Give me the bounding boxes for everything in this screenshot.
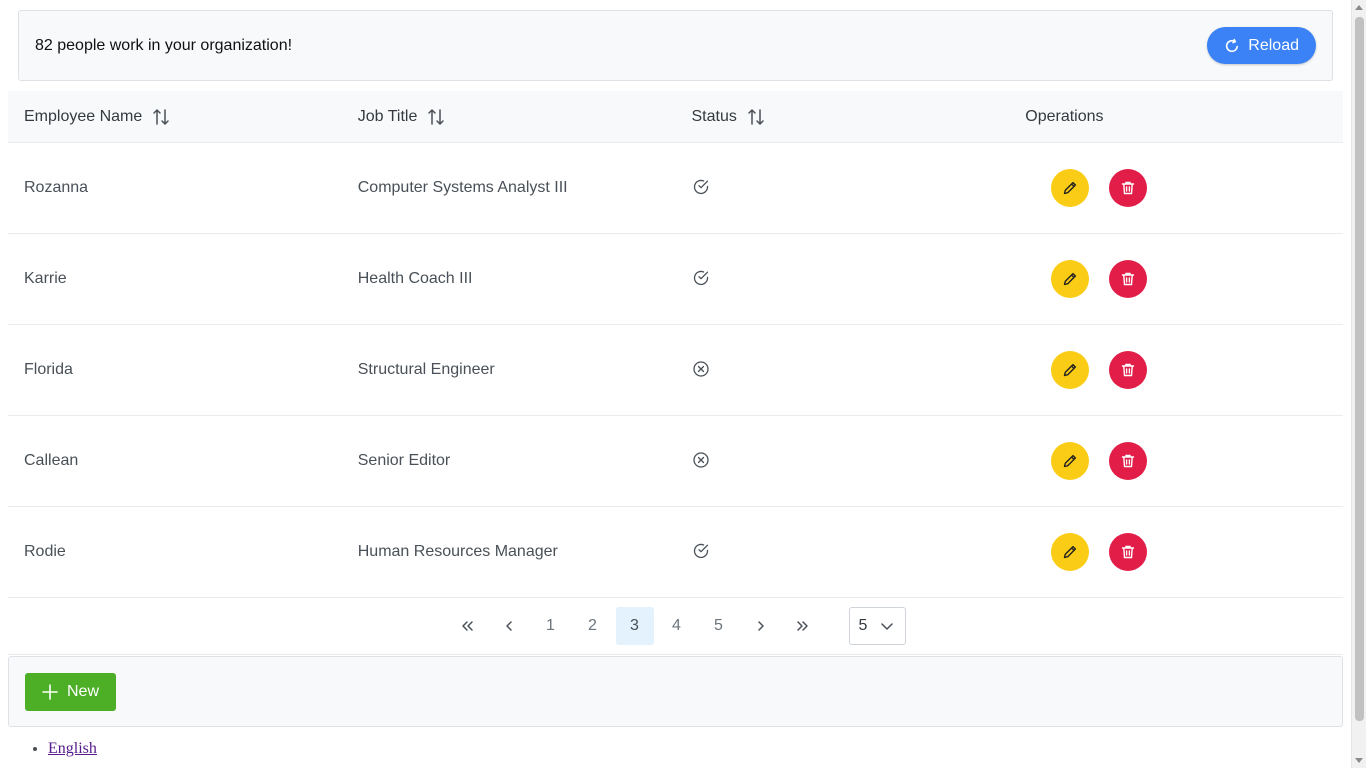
sort-icon[interactable] xyxy=(747,108,765,126)
reload-button[interactable]: Reload xyxy=(1207,27,1316,64)
edit-button[interactable] xyxy=(1051,351,1090,389)
column-header-employee-name[interactable]: Employee Name xyxy=(8,108,342,126)
x-circle-icon xyxy=(692,360,710,378)
sort-icon[interactable] xyxy=(152,108,170,126)
table-row: Karrie Health Coach III xyxy=(8,234,1343,325)
job-title-cell: Human Resources Manager xyxy=(357,543,558,560)
pencil-icon xyxy=(1062,544,1078,560)
pencil-icon xyxy=(1062,271,1078,287)
column-header-status[interactable]: Status xyxy=(676,108,1010,126)
trash-icon xyxy=(1120,271,1136,287)
delete-button[interactable] xyxy=(1109,169,1148,207)
language-list: English xyxy=(8,740,97,758)
table-row: Callean Senior Editor xyxy=(8,416,1343,507)
next-page-button[interactable] xyxy=(742,607,780,645)
summary-bar: 82 people work in your organization! Rel… xyxy=(18,10,1333,81)
column-header-operations: Operations xyxy=(1009,108,1343,126)
edit-button[interactable] xyxy=(1051,260,1090,298)
operations-cell xyxy=(1009,260,1343,298)
pencil-icon xyxy=(1062,362,1078,378)
delete-button[interactable] xyxy=(1109,442,1148,480)
edit-button[interactable] xyxy=(1051,533,1090,571)
page-button-1[interactable]: 1 xyxy=(532,607,570,645)
trash-icon xyxy=(1120,362,1136,378)
x-circle-icon xyxy=(692,451,710,469)
check-circle-icon xyxy=(692,269,710,287)
employee-name-cell: Karrie xyxy=(24,270,67,287)
job-title-cell: Senior Editor xyxy=(357,452,451,469)
page-button-5[interactable]: 5 xyxy=(700,607,738,645)
column-label: Employee Name xyxy=(24,107,143,125)
job-title-cell: Structural Engineer xyxy=(357,361,495,378)
operations-cell xyxy=(1009,442,1343,480)
table-row: Rozanna Computer Systems Analyst III xyxy=(8,143,1343,234)
table-row: Rodie Human Resources Manager xyxy=(8,507,1343,598)
employee-name-cell: Callean xyxy=(24,452,79,469)
page: 82 people work in your organization! Rel… xyxy=(0,0,1351,768)
job-title-cell: Computer Systems Analyst III xyxy=(357,179,568,196)
scroll-up-arrow-icon[interactable] xyxy=(1355,5,1363,10)
trash-icon xyxy=(1120,180,1136,196)
operations-cell xyxy=(1009,169,1343,207)
operations-cell xyxy=(1009,533,1343,571)
new-button[interactable]: New xyxy=(25,672,117,711)
chevron-left-icon xyxy=(501,618,517,634)
vertical-scrollbar[interactable] xyxy=(1351,0,1366,768)
chevrons-right-icon xyxy=(795,618,811,634)
column-label: Status xyxy=(691,107,737,125)
column-label: Job Title xyxy=(357,107,418,125)
chevron-down-icon xyxy=(879,618,895,634)
chevrons-left-icon xyxy=(459,618,475,634)
column-label: Operations xyxy=(1025,107,1104,125)
status-cell xyxy=(676,269,1010,287)
employee-name-cell: Rozanna xyxy=(24,179,89,196)
paginator: 1 2 3 4 5 5 xyxy=(8,597,1343,655)
last-page-button[interactable] xyxy=(784,607,822,645)
page-button-2[interactable]: 2 xyxy=(574,607,612,645)
reload-label: Reload xyxy=(1248,36,1299,54)
previous-page-button[interactable] xyxy=(490,607,528,645)
plus-icon xyxy=(41,683,59,701)
employee-count-message: 82 people work in your organization! xyxy=(35,36,293,54)
page-button-4[interactable]: 4 xyxy=(658,607,696,645)
status-cell xyxy=(676,542,1010,560)
delete-button[interactable] xyxy=(1109,260,1148,298)
table-header: Employee Name Job Title Status Operation… xyxy=(8,91,1343,143)
status-cell xyxy=(676,451,1010,469)
page-button-3[interactable]: 3 xyxy=(615,606,654,645)
sort-icon[interactable] xyxy=(427,108,445,126)
check-circle-icon xyxy=(692,178,710,196)
employee-name-cell: Florida xyxy=(24,361,73,378)
operations-cell xyxy=(1009,351,1343,389)
trash-icon xyxy=(1120,544,1136,560)
status-cell xyxy=(676,178,1010,196)
chevron-right-icon xyxy=(753,618,769,634)
refresh-icon xyxy=(1224,38,1240,54)
trash-icon xyxy=(1120,453,1136,469)
edit-button[interactable] xyxy=(1051,442,1090,480)
job-title-cell: Health Coach III xyxy=(357,270,473,287)
employee-name-cell: Rodie xyxy=(24,543,66,560)
delete-button[interactable] xyxy=(1109,351,1148,389)
column-header-job-title[interactable]: Job Title xyxy=(342,108,676,126)
table-row: Florida Structural Engineer xyxy=(8,325,1343,416)
status-cell xyxy=(676,360,1010,378)
rows-per-page-value: 5 xyxy=(858,616,868,634)
language-item: English xyxy=(48,740,97,758)
pencil-icon xyxy=(1062,180,1078,196)
bottom-toolbar: New xyxy=(8,656,1343,727)
language-link-english[interactable]: English xyxy=(48,740,97,757)
rows-per-page-dropdown[interactable]: 5 xyxy=(848,606,906,645)
check-circle-icon xyxy=(692,542,710,560)
scrollbar-thumb[interactable] xyxy=(1355,17,1364,721)
scroll-down-arrow-icon[interactable] xyxy=(1355,758,1363,763)
employee-table: Employee Name Job Title Status Operation… xyxy=(8,91,1343,598)
new-label: New xyxy=(67,682,100,700)
edit-button[interactable] xyxy=(1051,169,1090,207)
pencil-icon xyxy=(1062,453,1078,469)
first-page-button[interactable] xyxy=(448,607,486,645)
delete-button[interactable] xyxy=(1109,533,1148,571)
